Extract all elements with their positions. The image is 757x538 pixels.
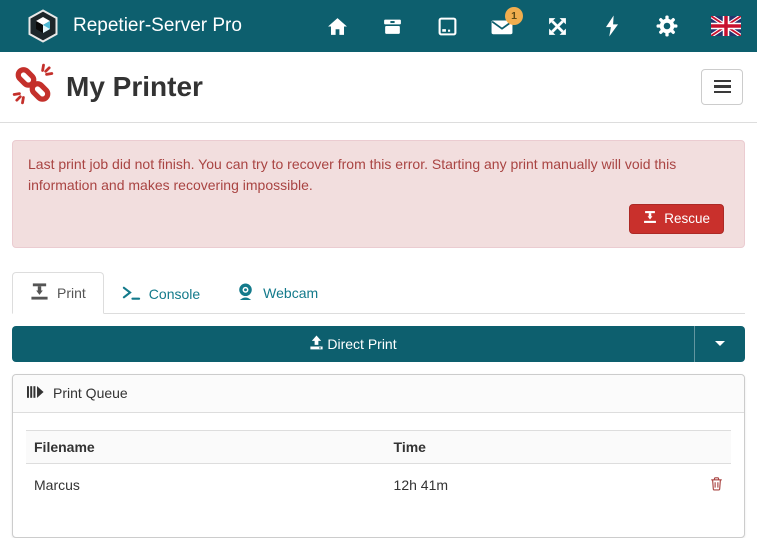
terminal-icon <box>122 285 141 304</box>
extruder-icon <box>643 210 657 227</box>
direct-print-label: Direct Print <box>327 336 396 352</box>
direct-print-button[interactable]: Direct Print <box>12 326 694 362</box>
tab-print[interactable]: Print <box>12 272 104 314</box>
printer-frame-icon[interactable] <box>436 15 458 37</box>
extruder-icon <box>30 282 49 304</box>
brand[interactable]: Repetier-Server Pro <box>26 9 242 43</box>
navbar-icons: 1 <box>326 15 741 37</box>
bolt-icon[interactable] <box>601 15 623 37</box>
page-header: My Printer <box>0 52 757 123</box>
broken-link-icon <box>12 63 54 110</box>
tab-console[interactable]: Console <box>104 275 218 314</box>
print-queue-header: Print Queue <box>13 375 744 413</box>
printer-tabs: Print Console Webcam <box>12 272 745 314</box>
main-content: Last print job did not finish. You can t… <box>0 140 757 538</box>
gear-icon[interactable] <box>656 15 678 37</box>
webcam-icon <box>236 282 255 304</box>
recovery-alert-message: Last print job did not finish. You can t… <box>28 154 729 197</box>
queue-item-time: 12h 41m <box>386 463 682 504</box>
rescue-button-label: Rescue <box>664 211 710 226</box>
trash-icon <box>710 478 723 494</box>
brand-title: Repetier-Server Pro <box>73 15 242 37</box>
column-header-filename: Filename <box>26 430 386 463</box>
rescue-button[interactable]: Rescue <box>629 204 724 234</box>
uk-flag-icon[interactable] <box>711 15 741 37</box>
repetier-logo-icon <box>26 9 60 43</box>
home-icon[interactable] <box>326 15 348 37</box>
print-queue-table: Filename Time Marcus 12h 41m <box>26 430 731 504</box>
print-queue-title: Print Queue <box>53 385 128 401</box>
hamburger-icon <box>714 80 731 83</box>
expand-arrows-icon[interactable] <box>546 15 568 37</box>
tab-print-label: Print <box>57 285 86 301</box>
mail-badge: 1 <box>505 7 523 25</box>
table-row: Marcus 12h 41m <box>26 463 731 504</box>
recovery-alert: Last print job did not finish. You can t… <box>12 140 745 248</box>
chevron-down-icon <box>715 341 725 346</box>
page-title: My Printer <box>66 71 701 103</box>
upload-icon <box>309 335 324 353</box>
tab-webcam[interactable]: Webcam <box>218 272 336 314</box>
queue-item-filename: Marcus <box>26 463 386 504</box>
print-queue-panel: Print Queue Filename Time Marcus 12h 41m <box>12 374 745 538</box>
hamburger-menu-button[interactable] <box>701 69 743 105</box>
direct-print-split-button: Direct Print <box>12 326 745 362</box>
column-header-time: Time <box>386 430 682 463</box>
box-icon[interactable] <box>381 15 403 37</box>
mail-icon[interactable]: 1 <box>491 15 513 37</box>
delete-queue-item-button[interactable] <box>682 463 731 504</box>
queue-icon <box>27 385 44 402</box>
tab-webcam-label: Webcam <box>263 285 318 301</box>
tab-console-label: Console <box>149 286 200 302</box>
direct-print-dropdown-toggle[interactable] <box>694 326 745 362</box>
top-navbar: Repetier-Server Pro <box>0 0 757 52</box>
